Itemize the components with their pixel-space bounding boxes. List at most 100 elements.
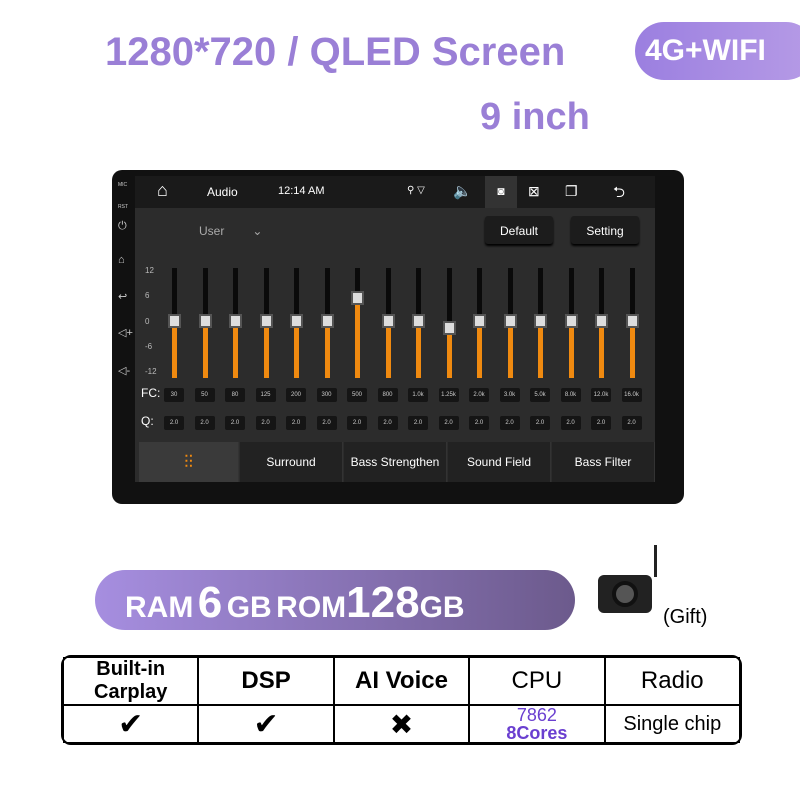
tab-surround[interactable]: Surround	[240, 442, 343, 482]
eq-slider[interactable]	[503, 268, 517, 378]
eq-slider-knob[interactable]	[595, 314, 608, 328]
eq-slider[interactable]	[564, 268, 578, 378]
eq-slider-knob[interactable]	[625, 314, 639, 328]
q-value[interactable]: 2.0	[377, 416, 398, 430]
fc-value[interactable]: 12.0k	[591, 388, 611, 402]
fc-value[interactable]: 125	[255, 388, 276, 402]
eq-slider[interactable]	[290, 268, 303, 378]
q-value[interactable]: 2.0	[225, 416, 245, 430]
eq-slider[interactable]	[442, 268, 456, 378]
eq-slider[interactable]	[168, 268, 181, 378]
eq-slider[interactable]	[381, 268, 395, 378]
home-icon[interactable]: ⌂	[157, 180, 168, 201]
home-side-icon[interactable]: ⌂	[118, 254, 125, 266]
fc-value[interactable]: 300	[316, 388, 337, 402]
equalizer-tab-icon[interactable]: ⫶⫶	[139, 442, 239, 482]
q-value[interactable]: 2.0	[560, 416, 581, 430]
fc-value[interactable]: 8.0k	[560, 388, 581, 402]
back-side-icon[interactable]: ↩	[118, 290, 127, 303]
eq-slider-knob[interactable]	[473, 314, 486, 328]
q-value[interactable]: 2.0	[499, 416, 520, 430]
eq-slider-fill	[416, 321, 421, 378]
fc-value[interactable]: 3.0k	[499, 388, 520, 402]
q-value[interactable]: 2.0	[255, 416, 276, 430]
eq-slider-fill	[355, 298, 360, 378]
eq-slider-knob[interactable]	[320, 314, 334, 328]
setting-button[interactable]: Setting	[571, 216, 639, 244]
q-value[interactable]: 2.0	[194, 416, 215, 430]
eq-slider[interactable]	[229, 268, 242, 378]
eq-slider-knob[interactable]	[564, 314, 578, 328]
eq-slider-knob[interactable]	[381, 314, 395, 328]
fc-value[interactable]: 200	[286, 388, 306, 402]
q-value[interactable]: 2.0	[591, 416, 611, 430]
location-icon: ⚲ ▽	[407, 185, 425, 196]
tab-sound-field[interactable]: Sound Field	[448, 442, 551, 482]
eq-slider[interactable]	[412, 268, 425, 378]
eq-slider-knob[interactable]	[198, 314, 212, 328]
eq-slider-fill	[294, 321, 299, 378]
eq-slider-knob[interactable]	[229, 314, 242, 328]
eq-slider-knob[interactable]	[168, 314, 181, 328]
eq-slider-knob[interactable]	[290, 314, 303, 328]
eq-slider-fill	[599, 321, 604, 378]
q-value[interactable]: 2.0	[347, 416, 367, 430]
check-icon: ✔	[198, 705, 334, 743]
q-value[interactable]: 2.0	[286, 416, 306, 430]
ram-label: RAM	[125, 591, 194, 624]
rst-label: RST	[118, 204, 128, 210]
preset-select[interactable]: User ⌄	[199, 224, 262, 238]
eq-slider-knob[interactable]	[259, 314, 273, 328]
eq-slider-knob[interactable]	[442, 320, 456, 335]
eq-slider[interactable]	[351, 268, 364, 378]
q-label: Q:	[141, 414, 154, 428]
tab-bass-strengthen[interactable]: Bass Strengthen	[344, 442, 447, 482]
eq-slider[interactable]	[259, 268, 273, 378]
q-value[interactable]: 2.0	[316, 416, 337, 430]
eq-slider[interactable]	[595, 268, 608, 378]
ram-unit: GB	[226, 591, 272, 624]
fc-value[interactable]: 5.0k	[530, 388, 550, 402]
eq-slider[interactable]	[534, 268, 547, 378]
eq-slider-knob[interactable]	[503, 314, 517, 328]
fc-value[interactable]: 500	[347, 388, 367, 402]
fc-value[interactable]: 2.0k	[469, 388, 489, 402]
fc-value[interactable]: 1.0k	[408, 388, 428, 402]
fc-value[interactable]: 800	[377, 388, 398, 402]
fc-value[interactable]: 16.0k	[621, 388, 642, 402]
q-value[interactable]: 2.0	[164, 416, 184, 430]
back-icon[interactable]: ⮌	[613, 182, 625, 207]
default-button[interactable]: Default	[485, 216, 553, 244]
q-value[interactable]: 2.0	[621, 416, 642, 430]
volume-icon[interactable]: 🔈	[453, 182, 472, 200]
q-value[interactable]: 2.0	[438, 416, 459, 430]
scale-tick: 12	[145, 266, 154, 275]
power-icon[interactable]: ⏻	[118, 220, 127, 233]
q-value[interactable]: 2.0	[408, 416, 428, 430]
fc-value[interactable]: 50	[194, 388, 215, 402]
eq-slider-knob[interactable]	[351, 291, 364, 306]
status-bar: ⌂ Audio 12:14 AM ⚲ ▽ 🔈 ◙ ⊠ ❐ ⮌	[135, 176, 655, 208]
fc-value[interactable]: 80	[225, 388, 245, 402]
eq-slider-knob[interactable]	[412, 314, 425, 328]
eq-slider[interactable]	[625, 268, 639, 378]
clock: 12:14 AM	[278, 185, 325, 197]
camera-icon[interactable]: ◙	[485, 176, 517, 208]
spec-header: Built-in Carplay	[63, 657, 199, 705]
eq-slider[interactable]	[473, 268, 486, 378]
fc-value[interactable]: 1.25k	[438, 388, 459, 402]
recent-apps-icon[interactable]: ❐	[565, 183, 578, 200]
eq-slider[interactable]	[198, 268, 212, 378]
q-value[interactable]: 2.0	[469, 416, 489, 430]
eq-slider-fill	[202, 321, 208, 378]
volume-down-icon[interactable]: ◁-	[118, 364, 130, 377]
volume-up-icon[interactable]: ◁+	[118, 326, 133, 339]
spec-header: CPU	[469, 657, 605, 705]
eq-slider-fill	[507, 321, 513, 378]
close-icon[interactable]: ⊠	[528, 183, 540, 200]
fc-value[interactable]: 30	[164, 388, 184, 402]
q-value[interactable]: 2.0	[530, 416, 550, 430]
tab-bass-filter[interactable]: Bass Filter	[552, 442, 655, 482]
eq-slider[interactable]	[320, 268, 334, 378]
eq-slider-knob[interactable]	[534, 314, 547, 328]
